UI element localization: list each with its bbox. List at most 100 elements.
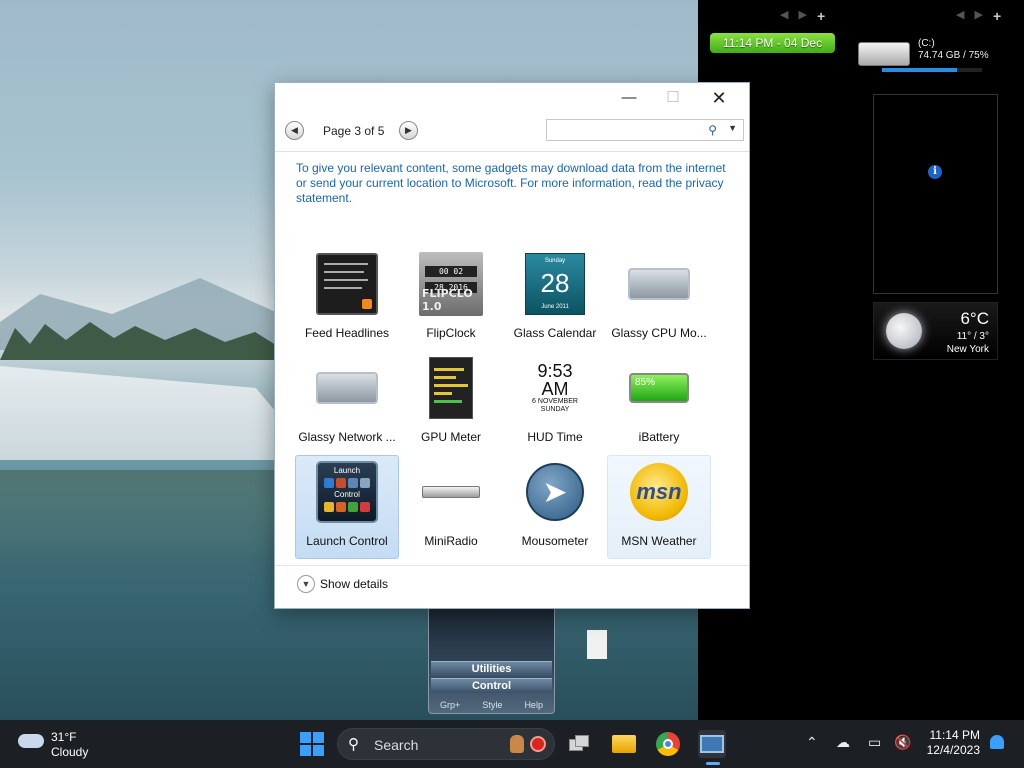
- prev-arrow-icon[interactable]: ◀: [956, 8, 964, 24]
- add-gadget-icon[interactable]: +: [817, 8, 825, 24]
- launch-thumb-row: [318, 502, 376, 512]
- drive-info: (C:) 74.74 GB / 75%: [918, 38, 989, 62]
- gadget-tile[interactable]: ➤ Mousometer: [503, 455, 607, 559]
- active-app-indicator: [706, 762, 720, 765]
- rss-icon: [362, 299, 372, 309]
- title-bar[interactable]: — ☐ ✕: [275, 83, 749, 115]
- empty-gadget-panel[interactable]: i: [873, 94, 998, 294]
- feed-line: [324, 279, 368, 281]
- task-view-button[interactable]: [566, 730, 594, 758]
- gadget-tile[interactable]: 9:53 AM 6 NOVEMBER SUNDAY HUD Time: [503, 351, 607, 455]
- gadget-label: Glassy CPU Mo...: [611, 326, 707, 340]
- feed-headlines-icon: [315, 252, 379, 316]
- mousometer-thumbnail: ➤: [526, 463, 584, 521]
- launch-gadget-line-1[interactable]: Utilities: [431, 661, 552, 676]
- notification-bell-icon[interactable]: [990, 735, 1004, 749]
- network-icon[interactable]: ▭: [868, 734, 881, 751]
- hud-time-value: 9:53 AM: [537, 361, 573, 399]
- gadget-grid: Feed Headlines 00 02 28 2016 FLIPCLO 1.0…: [295, 247, 715, 559]
- glassy-cpu-icon: [627, 252, 691, 316]
- prev-arrow-icon[interactable]: ◀: [780, 8, 788, 24]
- gadget-label: HUD Time: [527, 430, 583, 444]
- feed-line: [324, 271, 364, 273]
- next-arrow-icon[interactable]: ▶: [798, 8, 806, 24]
- taskbar-time: 11:14 PM: [929, 728, 980, 742]
- gadget-tile[interactable]: Glassy Network ...: [295, 351, 399, 455]
- show-details-chevron-icon[interactable]: ▼: [297, 575, 315, 593]
- start-button[interactable]: [298, 730, 326, 758]
- sidebar-nav-right[interactable]: ◀ ▶ +: [956, 8, 1001, 24]
- search-icon[interactable]: ⚲: [708, 123, 717, 137]
- file-explorer-button[interactable]: [610, 730, 638, 758]
- windows-logo-icon: [300, 732, 324, 756]
- gadget-tile-selected[interactable]: Launch Control Launch Control: [295, 455, 399, 559]
- gadget-tile[interactable]: GPU Meter: [399, 351, 503, 455]
- next-arrow-icon[interactable]: ▶: [974, 8, 982, 24]
- previous-page-button[interactable]: ◀: [285, 121, 304, 140]
- launch-thumb-subtitle: Control: [334, 490, 360, 499]
- weather-gadget[interactable]: 6°C 11° / 3° New York: [873, 302, 998, 360]
- launch-thumb-row: [318, 478, 376, 488]
- close-button[interactable]: ✕: [697, 87, 741, 109]
- chevron-down-icon[interactable]: ▼: [728, 123, 737, 133]
- taskbar-clock[interactable]: 11:14 PM 12/4/2023: [927, 728, 980, 758]
- gadget-tile[interactable]: Glassy CPU Mo...: [607, 247, 711, 351]
- drive-gadget[interactable]: (C:) 74.74 GB / 75%: [858, 38, 1008, 74]
- gpu-bar: [434, 384, 468, 387]
- app-icon: [360, 502, 370, 512]
- flipclock-thumbnail: 00 02 28 2016 FLIPCLO 1.0: [419, 252, 483, 316]
- app-icon: [336, 478, 346, 488]
- launch-gadget-help-button[interactable]: Help: [524, 700, 543, 710]
- launch-gadget-footer: Grp+ Style Help: [429, 700, 554, 710]
- maximize-button[interactable]: ☐: [651, 87, 695, 109]
- gadget-tile[interactable]: MiniRadio: [399, 455, 503, 559]
- chrome-button[interactable]: [654, 730, 682, 758]
- taskbar-date: 12/4/2023: [926, 743, 980, 757]
- gpu-bar: [434, 376, 456, 379]
- gadget-tile-hover[interactable]: msn MSN Weather: [607, 455, 711, 559]
- task-view-icon: [569, 735, 591, 753]
- add-gadget-icon[interactable]: +: [993, 8, 1001, 24]
- gadget-tile[interactable]: 00 02 28 2016 FLIPCLO 1.0 FlipClock: [399, 247, 503, 351]
- minimize-button[interactable]: —: [607, 87, 651, 109]
- info-icon[interactable]: i: [928, 165, 942, 179]
- ibattery-icon: 85%: [627, 356, 691, 420]
- miniradio-icon: [419, 460, 483, 524]
- gadget-tile[interactable]: Feed Headlines: [295, 247, 399, 351]
- chevron-up-icon[interactable]: ⌃: [806, 734, 818, 751]
- gadget-tile[interactable]: Sunday 28 June 2011 Glass Calendar: [503, 247, 607, 351]
- gadget-label: Feed Headlines: [304, 326, 390, 340]
- clock-gadget[interactable]: 11:14 PM - 04 Dec: [710, 33, 835, 53]
- gadget-label: MSN Weather: [621, 534, 697, 548]
- gadget-tile[interactable]: 85% iBattery: [607, 351, 711, 455]
- drive-usage-bar: [882, 68, 982, 72]
- show-details-button[interactable]: Show details: [320, 577, 388, 591]
- gadget-search-input[interactable]: ⚲ ▼: [546, 119, 744, 141]
- taskbar-weather-temp: 31°F: [51, 730, 77, 744]
- gadget-label: FlipClock: [426, 326, 476, 340]
- chrome-icon: [656, 732, 680, 756]
- next-page-button[interactable]: ▶: [399, 121, 418, 140]
- volume-muted-icon[interactable]: 🔇: [894, 734, 911, 751]
- taskbar: 31°F Cloudy ⚲ Search ⌃ ☁ ▭ 🔇 11:14 PM 12…: [0, 720, 1024, 768]
- launch-control-gadget[interactable]: Utilities Control Grp+ Style Help: [428, 606, 555, 714]
- launch-thumb-title: Launch: [333, 466, 361, 475]
- gadgets-app-button[interactable]: [698, 730, 726, 758]
- taskbar-search-label: Search: [374, 737, 419, 753]
- flipclock-brand: FLIPCLO 1.0: [422, 287, 473, 313]
- privacy-notice-link[interactable]: To give you relevant content, some gadge…: [296, 161, 726, 206]
- gpu-bar: [434, 392, 452, 395]
- onedrive-offline-icon[interactable]: ☁: [836, 734, 850, 751]
- msn-weather-icon: msn: [627, 460, 691, 524]
- sidebar-nav-left[interactable]: ◀ ▶ +: [780, 8, 825, 24]
- gpu-meter-icon: [419, 356, 483, 420]
- launch-gadget-line-2[interactable]: Control: [431, 678, 552, 693]
- gadget-label: iBattery: [638, 430, 680, 444]
- desktop-note-tile[interactable]: [587, 630, 607, 659]
- feed-headlines-thumbnail: [316, 253, 378, 315]
- launch-gadget-style-button[interactable]: Style: [482, 700, 502, 710]
- search-icon: ⚲: [348, 736, 359, 753]
- launch-gadget-group-button[interactable]: Grp+: [440, 700, 460, 710]
- search-highlight-ornament-icon: [530, 736, 546, 752]
- taskbar-search[interactable]: ⚲ Search: [337, 728, 555, 760]
